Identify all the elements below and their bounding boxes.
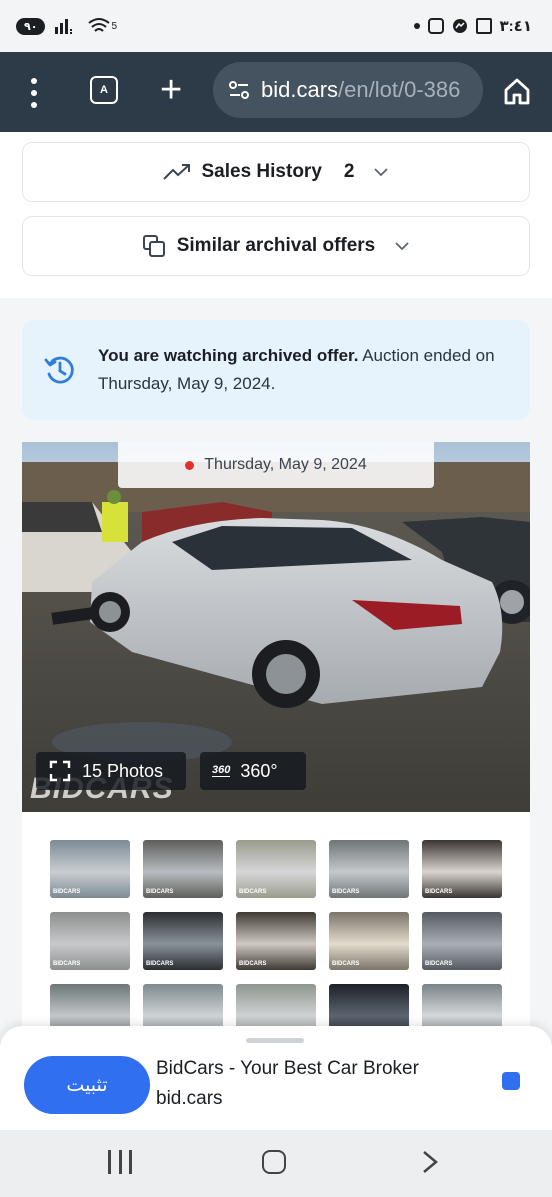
- notice-text: You are watching archived offer. Auction…: [98, 342, 510, 398]
- back-icon[interactable]: [418, 1148, 442, 1176]
- menu-icon[interactable]: [24, 78, 44, 108]
- thumbnail-watermark: BIDCARS: [239, 961, 267, 967]
- recent-apps-icon[interactable]: [108, 1150, 132, 1174]
- battery-indicator: ٩٠: [16, 17, 46, 35]
- archived-notice: You are watching archived offer. Auction…: [22, 320, 530, 420]
- chevron-down-icon: [374, 168, 389, 177]
- thumbnail-3[interactable]: BIDCARS: [236, 840, 316, 898]
- main-photo[interactable]: Thursday, May 9, 2024 BIDCARS 15 Photos …: [22, 442, 530, 812]
- app-host: bid.cars: [156, 1088, 223, 1109]
- new-tab-icon[interactable]: +: [160, 70, 182, 110]
- thumbnail-watermark: BIDCARS: [332, 961, 360, 967]
- thumbnail-watermark: BIDCARS: [53, 961, 81, 967]
- home-button-icon[interactable]: [262, 1150, 286, 1174]
- thumbnail-watermark: BIDCARS: [146, 889, 174, 895]
- thumbnail-watermark: BIDCARS: [425, 961, 453, 967]
- copy-icon: [142, 235, 165, 257]
- thumbnail-7[interactable]: BIDCARS: [143, 912, 223, 970]
- thumbnail-watermark: BIDCARS: [425, 889, 453, 895]
- home-icon[interactable]: [502, 76, 532, 106]
- instagram-icon: [427, 18, 444, 34]
- url-bar[interactable]: bid.cars/en/lot/0-386: [213, 62, 483, 118]
- app-name: BidCars - Your Best Car Broker: [156, 1058, 419, 1079]
- screenshot-icon: [475, 18, 492, 34]
- sales-history-accordion[interactable]: Sales History 2: [22, 142, 530, 202]
- thumbnail-6[interactable]: BIDCARS: [50, 912, 130, 970]
- fullscreen-icon: [49, 760, 71, 782]
- sales-history-count: 2: [343, 161, 355, 182]
- system-nav-bar: [0, 1130, 552, 1197]
- thumbnail-grid: BIDCARS BIDCARS BIDCARS BIDCARS BIDCARS BIDCA…: [50, 840, 530, 1042]
- thumbnail-watermark: BIDCARS: [146, 961, 174, 967]
- 360-label: 360°: [240, 760, 278, 781]
- site-settings-icon[interactable]: [227, 78, 251, 102]
- similar-offers-label: Similar archival offers: [176, 235, 376, 256]
- chevron-down-icon: [395, 242, 409, 251]
- dot-icon: [413, 23, 420, 29]
- sales-history-label: Sales History: [201, 161, 322, 182]
- clock: ٣:٤١: [499, 18, 532, 35]
- messenger-icon: [452, 19, 467, 33]
- live-dot-icon: [185, 460, 195, 470]
- auction-date-pill: Thursday, May 9, 2024: [118, 442, 434, 488]
- thumbnail-1[interactable]: BIDCARS: [50, 840, 130, 898]
- app-icon: [502, 1072, 520, 1090]
- accordion-area: Sales History 2 Similar archival offers: [0, 132, 552, 298]
- thumbnail-2[interactable]: BIDCARS: [143, 840, 223, 898]
- banner-grabber[interactable]: [246, 1038, 304, 1043]
- status-right: ٣:٤١: [413, 17, 532, 35]
- thumbnail-8[interactable]: BIDCARS: [236, 912, 316, 970]
- 360-icon: 360: [212, 764, 231, 777]
- photos-count-label: 15 Photos: [82, 760, 164, 781]
- thumbnail-watermark: BIDCARS: [239, 889, 267, 895]
- thumbnail-4[interactable]: BIDCARS: [329, 840, 409, 898]
- thumbnail-10[interactable]: BIDCARS: [422, 912, 502, 970]
- tabs-icon[interactable]: A: [90, 76, 118, 104]
- 360-view-button[interactable]: 360 360°: [200, 752, 306, 790]
- install-button[interactable]: تثبيت: [24, 1056, 150, 1114]
- tabs-count: A: [100, 84, 108, 96]
- install-app-banner: تثبيت BidCars - Your Best Car Broker bid…: [0, 1026, 552, 1130]
- thumbnail-watermark: BIDCARS: [332, 889, 360, 895]
- thumbnail-9[interactable]: BIDCARS: [329, 912, 409, 970]
- status-left: ٩٠ 5: [16, 17, 117, 35]
- url-path: /en/lot/0-386: [338, 77, 461, 102]
- status-bar: ٩٠ 5 ٣:٤١: [0, 0, 552, 52]
- wifi-icon: [88, 18, 111, 32]
- history-icon: [44, 356, 74, 384]
- photos-button[interactable]: 15 Photos: [36, 752, 186, 790]
- thumbnail-5[interactable]: BIDCARS: [422, 840, 502, 898]
- trend-up-icon: [162, 164, 190, 180]
- signal-generation: 5: [111, 20, 117, 32]
- similar-offers-accordion[interactable]: Similar archival offers: [22, 216, 530, 276]
- notice-bold: You are watching archived offer.: [98, 346, 359, 365]
- signal-icon: [55, 19, 73, 34]
- url-host: bid.cars: [261, 77, 339, 102]
- browser-toolbar: A + bid.cars/en/lot/0-386: [0, 52, 552, 132]
- thumbnail-watermark: BIDCARS: [53, 889, 81, 895]
- thumbnail-gallery: BIDCARS BIDCARS BIDCARS BIDCARS BIDCARS BIDCA…: [22, 812, 530, 1042]
- auction-date: Thursday, May 9, 2024: [204, 456, 367, 473]
